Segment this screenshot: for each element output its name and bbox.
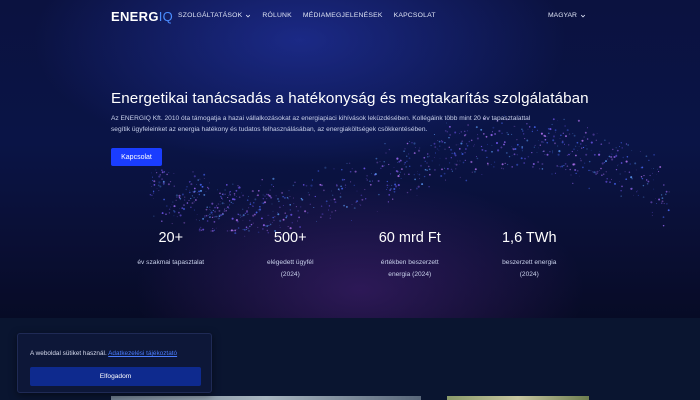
language-label: MAGYAR [548, 12, 577, 19]
stat-value: 20+ [158, 230, 184, 246]
hero-title: Energetikai tanácsadás a hatékonyság és … [111, 90, 589, 107]
nav-links: SZOLGÁLTATÁSOK RÓLUNK MÉDIAMEGJELENÉSEK … [178, 12, 436, 19]
stat-item: 500+ elégedett ügyfél (2024) [231, 210, 351, 310]
nav-item-label: MÉDIAMEGJELENÉSEK [302, 12, 383, 19]
cookie-text: A weboldal sütiket használ. [30, 350, 107, 357]
logo[interactable]: ENERGIQ [111, 9, 173, 24]
nav-item-about[interactable]: RÓLUNK [262, 12, 292, 19]
chevron-down-icon [580, 14, 586, 17]
stat-label-line: elégedett ügyfél [266, 259, 314, 266]
stat-label: beszerzett energia (2024) [470, 257, 590, 281]
stat-item: 1,6 TWh beszerzett energia (2024) [470, 210, 590, 310]
stat-label: értékben beszerzett energia (2024) [350, 257, 470, 281]
nav-item-contact[interactable]: KAPCSOLAT [394, 12, 436, 19]
stat-label-line: év szakmai tapasztalat [137, 259, 205, 266]
service-image [111, 396, 421, 400]
accept-cookies-button[interactable]: Elfogadom [30, 367, 201, 386]
top-navigation: ENERGIQ SZOLGÁLTATÁSOK RÓLUNK MÉDIAMEGJE… [0, 0, 700, 34]
logo-text: ENERG [111, 9, 159, 24]
nav-item-media[interactable]: MÉDIAMEGJELENÉSEK [303, 12, 383, 19]
logo-accent-text: IQ [158, 9, 174, 24]
nav-item-label: RÓLUNK [262, 12, 292, 19]
stat-label-line: (2024) [280, 271, 300, 278]
chevron-down-icon [246, 14, 251, 17]
contact-button[interactable]: Kapcsolat [111, 148, 162, 166]
cookie-banner: A weboldal sütiket használ. Adatkezelési… [17, 333, 212, 393]
service-image [447, 396, 589, 400]
privacy-policy-link[interactable]: Adatkezelési tájékoztató [108, 350, 177, 357]
language-selector[interactable]: MAGYAR [548, 12, 586, 19]
stat-label-line: értékben beszerzett [380, 259, 439, 266]
stat-label: elégedett ügyfél (2024) [231, 257, 351, 281]
stat-value: 60 mrd Ft [378, 230, 441, 246]
hero-description: Az ENERGIQ Kft. 2010 óta támogatja a haz… [111, 115, 531, 133]
cookie-message: A weboldal sütiket használ. Adatkezelési… [30, 350, 177, 357]
stats-row: 20+ év szakmai tapasztalat 500+ elégedet… [111, 210, 589, 310]
stat-item: 20+ év szakmai tapasztalat [111, 210, 231, 310]
nav-item-label: KAPCSOLAT [393, 12, 436, 19]
stat-label-line: (2024) [519, 271, 539, 278]
stat-label: év szakmai tapasztalat [111, 257, 231, 269]
stat-label-line: energia (2024) [388, 271, 432, 278]
stat-item: 60 mrd Ft értékben beszerzett energia (2… [350, 210, 470, 310]
stat-label-line: beszerzett energia [502, 259, 557, 266]
stat-value: 500+ [273, 230, 307, 246]
nav-item-label: SZOLGÁLTATÁSOK [178, 12, 243, 19]
stat-value: 1,6 TWh [501, 230, 557, 246]
nav-item-services[interactable]: SZOLGÁLTATÁSOK [178, 12, 251, 19]
